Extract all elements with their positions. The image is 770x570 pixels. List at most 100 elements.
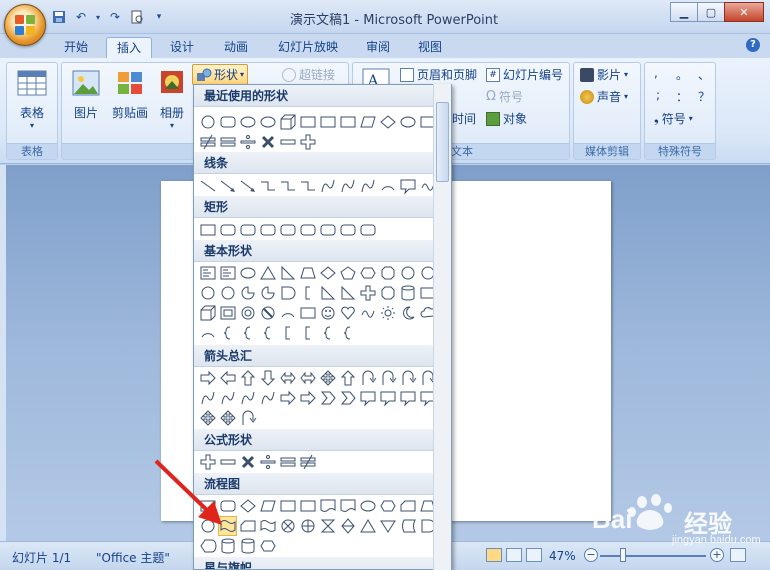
help-icon[interactable]: ? <box>746 38 760 52</box>
shape-curve-icon[interactable] <box>318 176 337 196</box>
shape-arrowD-icon[interactable] <box>258 368 277 388</box>
shape-arrowR-icon[interactable] <box>298 388 317 408</box>
tab-animation[interactable]: 动画 <box>216 37 256 58</box>
shape-arc-icon[interactable] <box>278 303 297 323</box>
slide-number-button[interactable]: # 幻灯片编号 <box>486 66 563 83</box>
shape-merge-icon[interactable] <box>378 516 397 536</box>
shape-bracket-icon[interactable] <box>278 323 297 343</box>
shape-punched-icon[interactable] <box>238 516 257 536</box>
shape-rect-icon[interactable] <box>278 496 297 516</box>
shape-rrect-icon[interactable] <box>318 220 337 240</box>
symbol-button-text[interactable]: Ω 符号 <box>486 88 523 105</box>
shape-quad-icon[interactable] <box>218 408 237 428</box>
redo-icon[interactable]: ↷ <box>106 8 124 26</box>
shape-cube-icon[interactable] <box>278 112 297 132</box>
shape-oval-icon[interactable] <box>238 112 257 132</box>
shape-curve-icon[interactable] <box>218 388 237 408</box>
shape-arrowline-icon[interactable] <box>218 176 237 196</box>
shape-heart-icon[interactable] <box>338 303 357 323</box>
shape-neq-icon[interactable] <box>198 132 217 152</box>
shape-rrect-icon[interactable] <box>298 220 317 240</box>
tab-view[interactable]: 视图 <box>410 37 450 58</box>
shape-plus-icon[interactable] <box>358 283 377 303</box>
shape-divide-icon[interactable] <box>258 452 277 472</box>
shape-arrowU-icon[interactable] <box>238 368 257 388</box>
shape-sumj-icon[interactable] <box>278 516 297 536</box>
shape-rrect-icon[interactable] <box>338 220 357 240</box>
shape-times-icon[interactable] <box>258 132 277 152</box>
shape-tape-icon[interactable] <box>258 516 277 536</box>
shape-oval-icon[interactable] <box>258 112 277 132</box>
shape-trap-icon[interactable] <box>298 263 317 283</box>
special-char-semicolon[interactable]: ; <box>656 88 660 102</box>
header-footer-button[interactable]: 页眉和页脚 <box>400 66 477 83</box>
shape-curve-icon[interactable] <box>198 388 217 408</box>
tab-design[interactable]: 设计 <box>162 37 202 58</box>
hyperlink-button[interactable]: 超链接 <box>282 66 335 83</box>
shape-callout-icon[interactable] <box>398 388 417 408</box>
shape-para-icon[interactable] <box>358 112 377 132</box>
shape-oval-icon[interactable] <box>238 263 257 283</box>
special-char-comma[interactable]: , <box>654 66 658 80</box>
shape-oval-icon[interactable] <box>358 496 377 516</box>
tab-insert[interactable]: 插入 <box>106 37 152 58</box>
shape-pent-icon[interactable] <box>338 263 357 283</box>
customize-icon[interactable]: ▾ <box>150 8 168 26</box>
shape-rrect-icon[interactable] <box>258 220 277 240</box>
shape-doc-icon[interactable] <box>318 496 337 516</box>
album-button[interactable]: 相册 ▾ <box>152 69 192 130</box>
special-char-period[interactable]: 。 <box>676 66 688 83</box>
shape-quad-icon[interactable] <box>198 408 217 428</box>
shape-oct-icon[interactable] <box>378 283 397 303</box>
shape-diamond-icon[interactable] <box>238 496 257 516</box>
zoom-thumb[interactable] <box>620 548 626 562</box>
tab-home[interactable]: 开始 <box>56 37 96 58</box>
datetime-button[interactable]: 时间 <box>452 110 476 127</box>
office-button[interactable] <box>4 4 46 46</box>
shape-rtri-icon[interactable] <box>278 263 297 283</box>
shape-bracket-icon[interactable] <box>298 323 317 343</box>
fit-window-button[interactable] <box>730 548 746 562</box>
shape-punched-icon[interactable] <box>398 496 417 516</box>
shape-uturn-icon[interactable] <box>398 368 417 388</box>
shape-circle-icon[interactable] <box>198 112 217 132</box>
shape-curve-icon[interactable] <box>258 388 277 408</box>
shape-neq-icon[interactable] <box>298 452 317 472</box>
movie-button[interactable]: 影片 ▾ <box>580 66 628 83</box>
shape-tri-icon[interactable] <box>358 516 377 536</box>
shape-arc-icon[interactable] <box>378 176 397 196</box>
shape-rect-icon[interactable] <box>298 112 317 132</box>
shape-circle-icon[interactable] <box>198 283 217 303</box>
shape-brace-icon[interactable] <box>238 323 257 343</box>
shape-pie-icon[interactable] <box>238 283 257 303</box>
shape-brace-icon[interactable] <box>218 323 237 343</box>
shape-can-icon[interactable] <box>218 536 237 556</box>
shape-hex-icon[interactable] <box>258 536 277 556</box>
normal-view-button[interactable] <box>486 548 502 562</box>
shape-brace-icon[interactable] <box>338 323 357 343</box>
shape-tri-icon[interactable] <box>258 263 277 283</box>
special-char-question[interactable]: ？ <box>698 88 710 105</box>
tab-slideshow[interactable]: 幻灯片放映 <box>270 37 346 58</box>
shape-can-icon[interactable] <box>238 536 257 556</box>
shape-oval-icon[interactable] <box>398 112 417 132</box>
shape-times-icon[interactable] <box>238 452 257 472</box>
shape-arrowLR-icon[interactable] <box>298 368 317 388</box>
shape-circle-icon[interactable] <box>218 283 237 303</box>
shape-callout-icon[interactable] <box>398 176 417 196</box>
shape-arrowL-icon[interactable] <box>218 368 237 388</box>
shape-smile-icon[interactable] <box>318 303 337 323</box>
shape-scribble-icon[interactable] <box>358 303 377 323</box>
clipart-button[interactable]: 剪贴画 <box>108 69 152 121</box>
shape-rect-icon[interactable] <box>298 496 317 516</box>
shape-arrowR-icon[interactable] <box>198 368 217 388</box>
shape-rrect-icon[interactable] <box>278 220 297 240</box>
shape-curve-icon[interactable] <box>338 176 357 196</box>
shape-sun-icon[interactable] <box>378 303 397 323</box>
shape-chevron-icon[interactable] <box>338 388 357 408</box>
shape-minus-icon[interactable] <box>278 132 297 152</box>
shape-pie-icon[interactable] <box>258 283 277 303</box>
shape-line-icon[interactable] <box>198 176 217 196</box>
shape-stored-icon[interactable] <box>398 516 417 536</box>
shape-frame-icon[interactable] <box>218 303 237 323</box>
